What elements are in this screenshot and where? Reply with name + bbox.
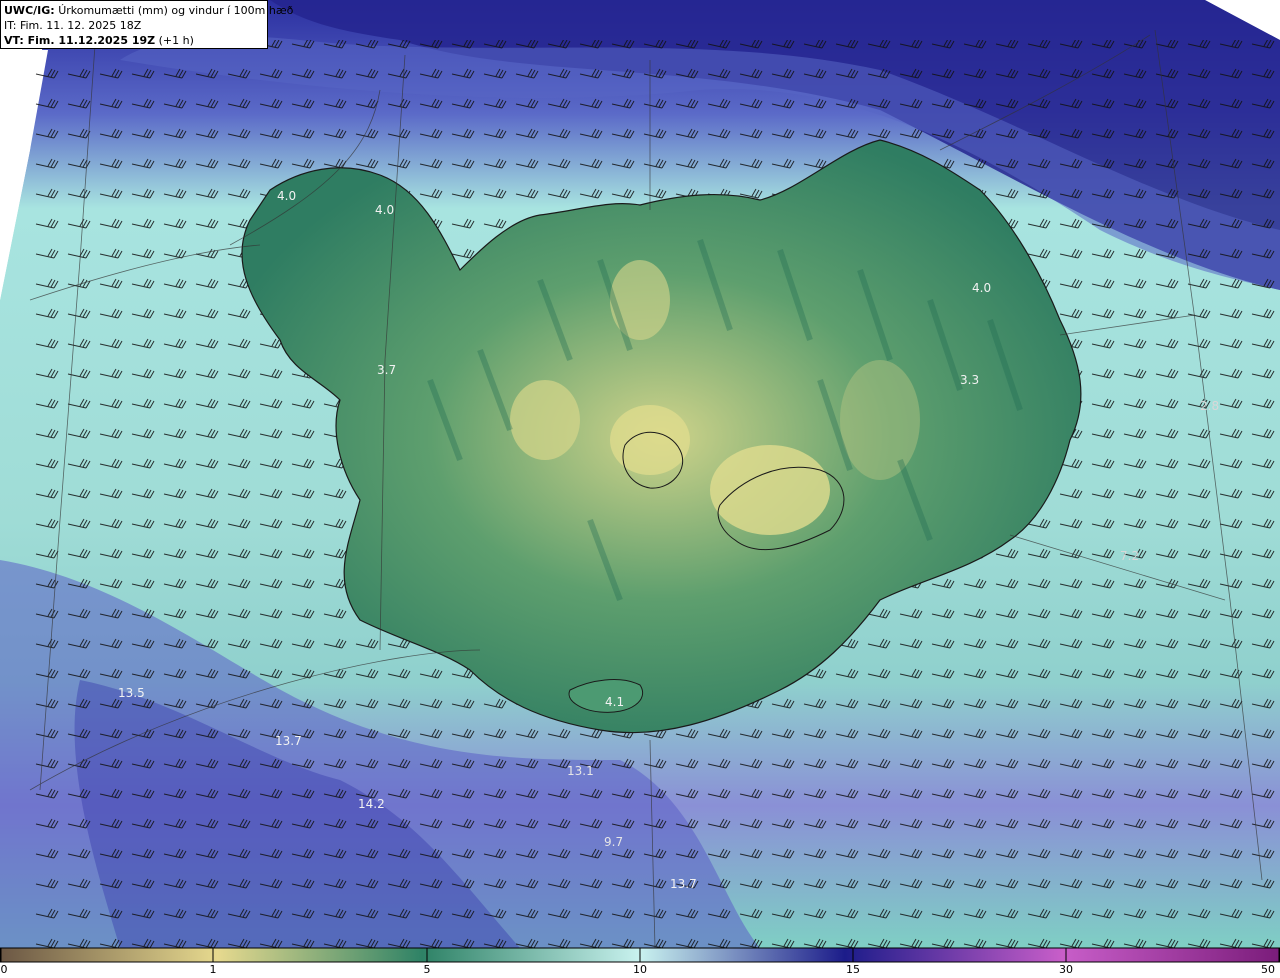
label-south-sea-east: 13.7 bbox=[670, 877, 697, 891]
label-south-sea: 14.2 bbox=[358, 797, 385, 811]
label-offshore-southeast: 7.2 bbox=[1120, 549, 1139, 563]
colorbar-tick-50: 50 bbox=[1261, 963, 1275, 976]
weather-map-view: 4.0 4.0 4.0 3.7 3.3 2.8 7.2 4.1 13.5 13.… bbox=[0, 0, 1280, 978]
label-east: 4.0 bbox=[972, 281, 991, 295]
label-south: 4.1 bbox=[605, 695, 624, 709]
colorbar-tick-1: 1 bbox=[209, 963, 217, 976]
label-south-sea-west: 13.7 bbox=[275, 734, 302, 748]
precipitation-map: 4.0 4.0 4.0 3.7 3.3 2.8 7.2 4.1 13.5 13.… bbox=[0, 0, 1280, 963]
highland-langjokull bbox=[510, 380, 580, 460]
label-deep-south: 9.7 bbox=[604, 835, 623, 849]
product-code: UWC/IG: bbox=[4, 4, 55, 17]
map-header: UWC/IG: Úrkomumætti (mm) og vindur í 100… bbox=[0, 0, 293, 49]
colorbar-tick-5: 5 bbox=[423, 963, 431, 976]
valid-time-offset: (+1 h) bbox=[158, 34, 194, 47]
highland-hofsjokull bbox=[610, 405, 690, 475]
colorbar-tick-30: 30 bbox=[1059, 963, 1073, 976]
colorbar-tick-0: 0 bbox=[0, 963, 8, 976]
product-title-row: UWC/IG: Úrkomumætti (mm) og vindur í 100… bbox=[4, 3, 293, 18]
init-time: IT: Fim. 11. 12. 2025 18Z bbox=[4, 19, 142, 32]
label-south-coast-sea: 13.1 bbox=[567, 764, 594, 778]
highland-vatnajokull bbox=[710, 445, 830, 535]
highland-east bbox=[840, 360, 920, 480]
valid-time: VT: Fim. 11.12.2025 19Z bbox=[4, 34, 156, 47]
label-offshore-east: 2.8 bbox=[1200, 399, 1219, 413]
label-northeast: 3.3 bbox=[960, 373, 979, 387]
highland-north bbox=[610, 260, 670, 340]
colorbar-tick-10: 10 bbox=[633, 963, 647, 976]
label-westfjords-east: 4.0 bbox=[375, 203, 394, 217]
colorbar-tick-15: 15 bbox=[846, 963, 860, 976]
label-west: 3.7 bbox=[377, 363, 396, 377]
valid-time-row: VT: Fim. 11.12.2025 19Z (+1 h) bbox=[4, 33, 264, 48]
product-title: Úrkomumætti (mm) og vindur í 100m hæð bbox=[58, 4, 294, 17]
label-westfjords-west: 4.0 bbox=[277, 189, 296, 203]
label-southwest-sea: 13.5 bbox=[118, 686, 145, 700]
